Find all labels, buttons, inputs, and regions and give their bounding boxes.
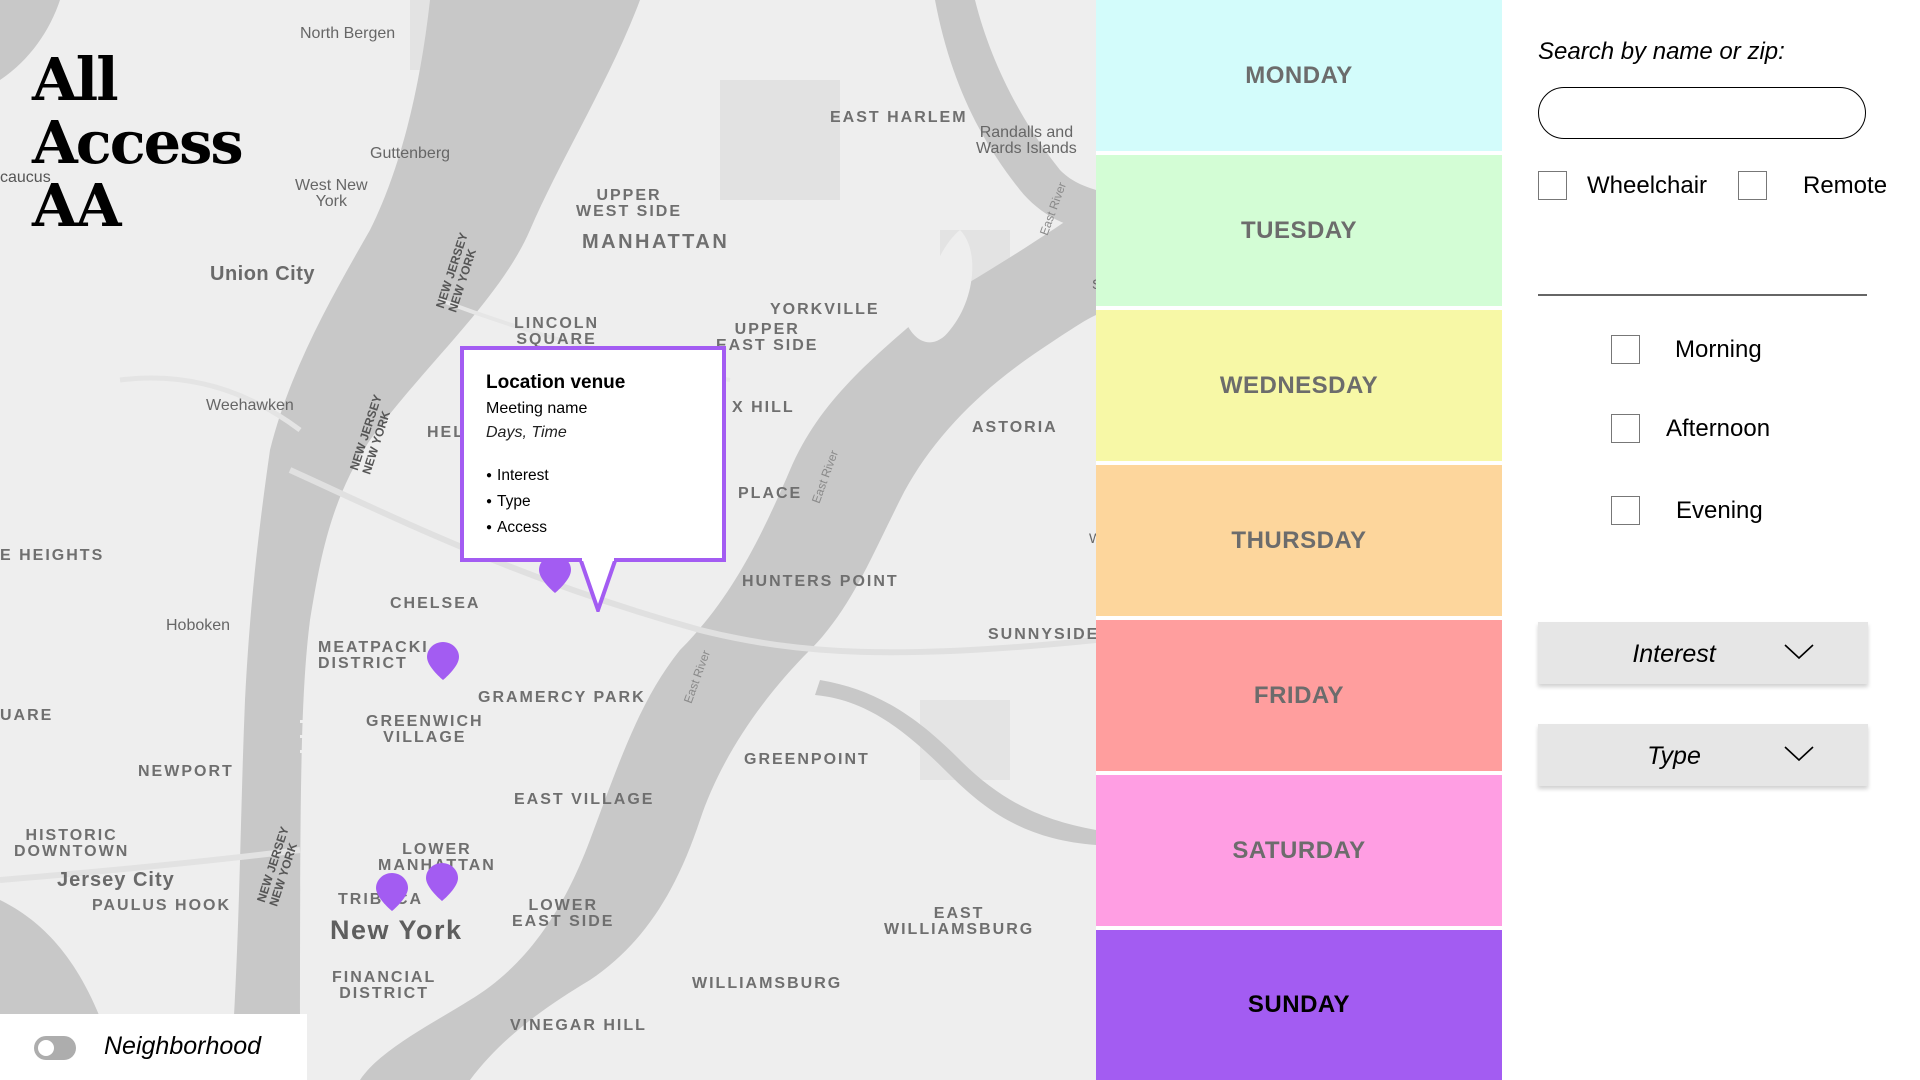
popup-pointer [578,558,618,612]
map-label-heights: E HEIGHTS [0,547,105,564]
chevron-down-icon [1784,746,1814,762]
type-dropdown[interactable]: Type [1538,724,1868,786]
map-label-east-village: EAST VILLAGE [514,791,655,808]
toggle-knob [38,1040,54,1056]
wheelchair-label: Wheelchair [1587,172,1708,199]
wheelchair-checkbox[interactable] [1538,171,1567,200]
day-monday[interactable]: MONDAY [1096,0,1502,151]
search-label: Search by name or zip: [1538,38,1785,65]
map-label-east-harlem: EAST HARLEM [830,109,968,126]
evening-checkbox[interactable] [1611,496,1640,525]
day-friday[interactable]: FRIDAY [1096,620,1502,771]
filter-divider [1538,294,1867,296]
map-label-randalls: Randalls and Wards Islands [976,124,1077,157]
filter-panel [1502,0,1920,1080]
popup-venue: Location venue [486,372,626,393]
map-label-astoria: ASTORIA [972,419,1058,436]
map-label-financial-district: FINANCIAL DISTRICT [332,969,437,1002]
map-label-guttenberg: Guttenberg [370,145,451,162]
popup-detail-access: Access [486,516,700,542]
interest-dropdown[interactable]: Interest [1538,622,1868,684]
map-label-hill: X HILL [732,399,795,416]
map-label-paulus-hook: PAULUS HOOK [92,897,232,914]
day-wednesday[interactable]: WEDNESDAY [1096,310,1502,461]
remote-label: Remote [1803,172,1888,199]
map-label-place: PLACE [738,485,803,502]
neighborhood-panel: Neighborhood [0,1014,307,1080]
morning-label: Morning [1675,336,1762,363]
map-label-edge-w: W [1089,530,1096,546]
map-label-new-york: New York [330,915,463,945]
popup-detail-type: Type [486,490,700,516]
app-logo: All Access AA [32,45,244,240]
map-label-jersey-city: Jersey City [57,869,175,891]
remote-checkbox[interactable] [1738,171,1767,200]
map-label-union-city: Union City [210,263,315,285]
afternoon-checkbox[interactable] [1611,414,1640,443]
map-label-greenpoint: GREENPOINT [744,751,870,768]
map-label-yorkville: YORKVILLE [770,301,880,318]
map-label-weehawken: Weehawken [206,397,294,414]
type-dropdown-label: Type [1647,742,1701,770]
map-label-quare: UARE [0,707,54,724]
evening-label: Evening [1676,497,1763,524]
map-label-hoboken: Hoboken [166,617,231,634]
interest-dropdown-label: Interest [1632,640,1716,668]
search-input[interactable] [1538,87,1866,139]
day-tuesday[interactable]: TUESDAY [1096,155,1502,306]
map-label-williamsburg: WILLIAMSBURG [692,975,843,992]
map-label-west-new-york: West New York [295,177,368,210]
meeting-popup[interactable]: Location venue Meeting name Days, Time I… [460,346,726,562]
neighborhood-toggle[interactable] [34,1036,76,1060]
popup-meeting-name: Meeting name [486,400,588,417]
map-label-sunnyside: SUNNYSIDE [988,626,1096,643]
map-label-manhattan: MANHATTAN [582,231,730,253]
chevron-down-icon [1784,644,1814,660]
day-thursday[interactable]: THURSDAY [1096,465,1502,616]
popup-detail-interest: Interest [486,464,700,490]
neighborhood-label: Neighborhood [104,1032,262,1060]
morning-checkbox[interactable] [1611,335,1640,364]
day-saturday[interactable]: SATURDAY [1096,775,1502,926]
map-label-vinegar-hill: VINEGAR HILL [510,1017,647,1034]
map-label-greenwich-village: GREENWICH VILLAGE [366,713,484,746]
map-label-meatpacking: MEATPACKI DISTRICT [318,639,429,672]
popup-details-list: Interest Type Access [486,464,700,542]
map-label-lower-east-side: LOWER EAST SIDE [512,897,615,930]
map-pin-icon[interactable] [426,641,460,681]
map-pin-icon[interactable] [375,872,409,912]
map-pin-icon[interactable] [425,862,459,902]
map-label-lincoln-square: LINCOLN SQUARE [514,315,600,348]
map-label-chelsea: CHELSEA [390,595,481,612]
map[interactable]: North Bergen Guttenberg West New York cau… [0,0,1096,1080]
map-label-upper-west-side: UPPER WEST SIDE [576,187,683,220]
day-sunday[interactable]: SUNDAY [1096,930,1502,1080]
afternoon-label: Afternoon [1666,415,1771,442]
map-label-upper-east-side: UPPER EAST SIDE [716,321,819,354]
map-label-north-bergen: North Bergen [300,25,396,42]
map-label-historic-downtown: HISTORIC DOWNTOWN [14,827,130,860]
map-label-hunters-point: HUNTERS POINT [742,573,899,590]
map-label-gramercy-park: GRAMERCY PARK [478,689,646,706]
map-label-newport: NEWPORT [138,763,234,780]
popup-days-time: Days, Time [486,424,567,441]
map-label-east-williamsburg: EAST WILLIAMSBURG [884,905,1035,938]
